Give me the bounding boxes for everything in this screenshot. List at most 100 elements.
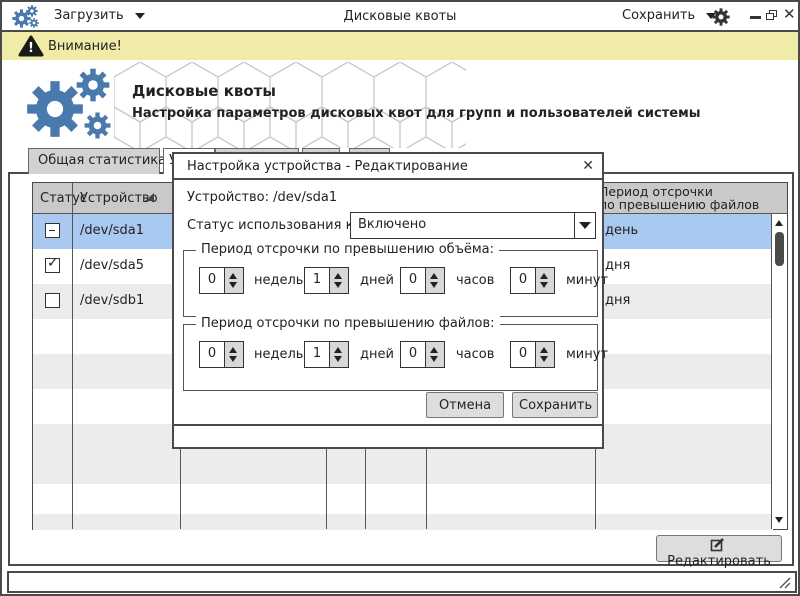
grace-files-cell: дня <box>605 293 630 308</box>
stepper-buttons[interactable] <box>425 267 445 294</box>
tab-general-statistics[interactable]: Общая статистика <box>28 148 160 174</box>
dialog-footer-divider <box>174 424 602 426</box>
step-down-icon[interactable] <box>229 282 237 288</box>
step-up-icon[interactable] <box>229 347 237 353</box>
step-up-icon[interactable] <box>430 273 438 279</box>
checkbox-checked[interactable]: ✓ <box>45 258 60 273</box>
column-header-grace-files[interactable]: Период отсрочки по превышению файлов <box>599 185 759 211</box>
cancel-button[interactable]: Отмена <box>426 392 504 418</box>
hours-unit-label: часов <box>456 273 494 288</box>
step-down-icon[interactable] <box>540 356 548 362</box>
select-arrow-button[interactable] <box>574 213 595 238</box>
stepper-value[interactable]: 0 <box>510 267 536 294</box>
step-down-icon[interactable] <box>430 282 438 288</box>
dialog-title-bar: Настройка устройства - Редактирование ✕ <box>174 154 602 180</box>
device-settings-dialog: Настройка устройства - Редактирование ✕ … <box>172 152 604 449</box>
checkbox-indeterminate[interactable] <box>45 223 60 238</box>
indeterminate-mark-icon <box>49 230 55 232</box>
minutes-unit-label: минут <box>566 273 608 288</box>
quota-status-value: Включено <box>358 217 426 232</box>
page-subtitle: Настройка параметров дисковых квот для г… <box>132 106 700 121</box>
save-menu-label: Сохранить <box>622 8 695 23</box>
step-down-icon[interactable] <box>334 282 342 288</box>
step-up-icon[interactable] <box>540 273 548 279</box>
step-up-icon[interactable] <box>334 347 342 353</box>
save-button[interactable]: Сохранить <box>512 392 598 418</box>
weeks-unit-label: недель <box>254 347 303 362</box>
title-bar: Загрузить Дисковые квоты Сохранить ✕ <box>2 2 798 32</box>
files-grace-fieldset: Период отсрочки по превышению файлов: 0 … <box>183 324 598 391</box>
check-mark-icon: ✓ <box>47 255 59 271</box>
stepper-buttons[interactable] <box>224 267 244 294</box>
stepper-value[interactable]: 0 <box>400 267 426 294</box>
step-up-icon[interactable] <box>229 273 237 279</box>
dialog-title: Настройка устройства - Редактирование <box>187 159 468 174</box>
files-grace-legend: Период отсрочки по превышению файлов: <box>196 316 500 331</box>
step-down-icon[interactable] <box>334 356 342 362</box>
stepper-value[interactable]: 0 <box>400 341 426 368</box>
dialog-device-text: Устройство: /dev/sda1 <box>187 190 337 205</box>
scrollbar-thumb[interactable] <box>775 232 784 266</box>
grace-files-cell: дня <box>605 258 630 273</box>
stepper-value[interactable]: 0 <box>199 267 225 294</box>
hexagon-pattern <box>114 62 466 148</box>
warning-text: Внимание! <box>48 39 122 54</box>
column-header-line: по превышению файлов <box>599 198 759 211</box>
stepper-buttons[interactable] <box>425 341 445 368</box>
chevron-down-icon <box>579 222 591 229</box>
step-up-icon[interactable] <box>540 347 548 353</box>
hours-unit-label: часов <box>456 347 494 362</box>
column-divider <box>72 183 73 529</box>
stepper-buttons[interactable] <box>329 267 349 294</box>
stepper-value[interactable]: 0 <box>510 341 536 368</box>
minimize-button[interactable] <box>750 16 761 19</box>
close-button[interactable]: ✕ <box>783 7 796 22</box>
stepper-buttons[interactable] <box>535 341 555 368</box>
stepper-buttons[interactable] <box>535 267 555 294</box>
checkbox-unchecked[interactable] <box>45 293 60 308</box>
vertical-scrollbar[interactable] <box>771 214 787 529</box>
days-unit-label: дней <box>360 347 394 362</box>
maximize-icon <box>766 13 774 20</box>
volume-grace-legend: Период отсрочки по превышению объёма: <box>196 242 499 257</box>
maximize-button[interactable] <box>766 10 778 21</box>
stepper-value[interactable]: 1 <box>304 267 330 294</box>
weeks-unit-label: недель <box>254 273 303 288</box>
table-row-empty <box>33 484 773 514</box>
step-up-icon[interactable] <box>334 273 342 279</box>
stepper-value[interactable]: 1 <box>304 341 330 368</box>
app-logo-gears-icon <box>26 68 120 144</box>
volume-grace-fieldset: Период отсрочки по превышению объёма: 0 … <box>183 250 598 317</box>
warning-triangle-icon: ! <box>18 35 44 58</box>
step-down-icon[interactable] <box>430 356 438 362</box>
stepper-buttons[interactable] <box>329 341 349 368</box>
step-down-icon[interactable] <box>540 282 548 288</box>
quota-status-select[interactable]: Включено <box>350 212 596 239</box>
scroll-down-icon[interactable] <box>775 517 783 523</box>
svg-text:!: ! <box>28 41 34 56</box>
edit-button-label: Редактировать <box>667 554 771 569</box>
settings-gear-icon[interactable] <box>712 8 730 26</box>
grace-files-cell: день <box>605 223 638 238</box>
page-title: Дисковые квоты <box>132 82 276 100</box>
edit-pencil-icon <box>710 537 725 552</box>
column-header-device[interactable]: Устройство <box>80 191 158 206</box>
resize-grip-icon[interactable] <box>777 577 791 589</box>
step-down-icon[interactable] <box>229 356 237 362</box>
stepper-buttons[interactable] <box>224 341 244 368</box>
days-unit-label: дней <box>360 273 394 288</box>
edit-button[interactable]: Редактировать <box>656 535 782 562</box>
device-cell: /dev/sda1 <box>80 223 144 238</box>
step-up-icon[interactable] <box>430 347 438 353</box>
minutes-unit-label: минут <box>566 347 608 362</box>
table-row-empty <box>33 514 773 530</box>
save-menu[interactable]: Сохранить <box>622 8 716 23</box>
scroll-up-icon[interactable] <box>775 220 783 226</box>
dialog-close-icon[interactable]: ✕ <box>582 158 594 174</box>
device-cell: /dev/sdb1 <box>80 293 144 308</box>
app-window: Загрузить Дисковые квоты Сохранить ✕ ! В… <box>0 0 800 596</box>
status-bar <box>7 571 797 593</box>
warning-banner: ! Внимание! <box>2 32 798 60</box>
device-cell: /dev/sda5 <box>80 258 144 273</box>
stepper-value[interactable]: 0 <box>199 341 225 368</box>
